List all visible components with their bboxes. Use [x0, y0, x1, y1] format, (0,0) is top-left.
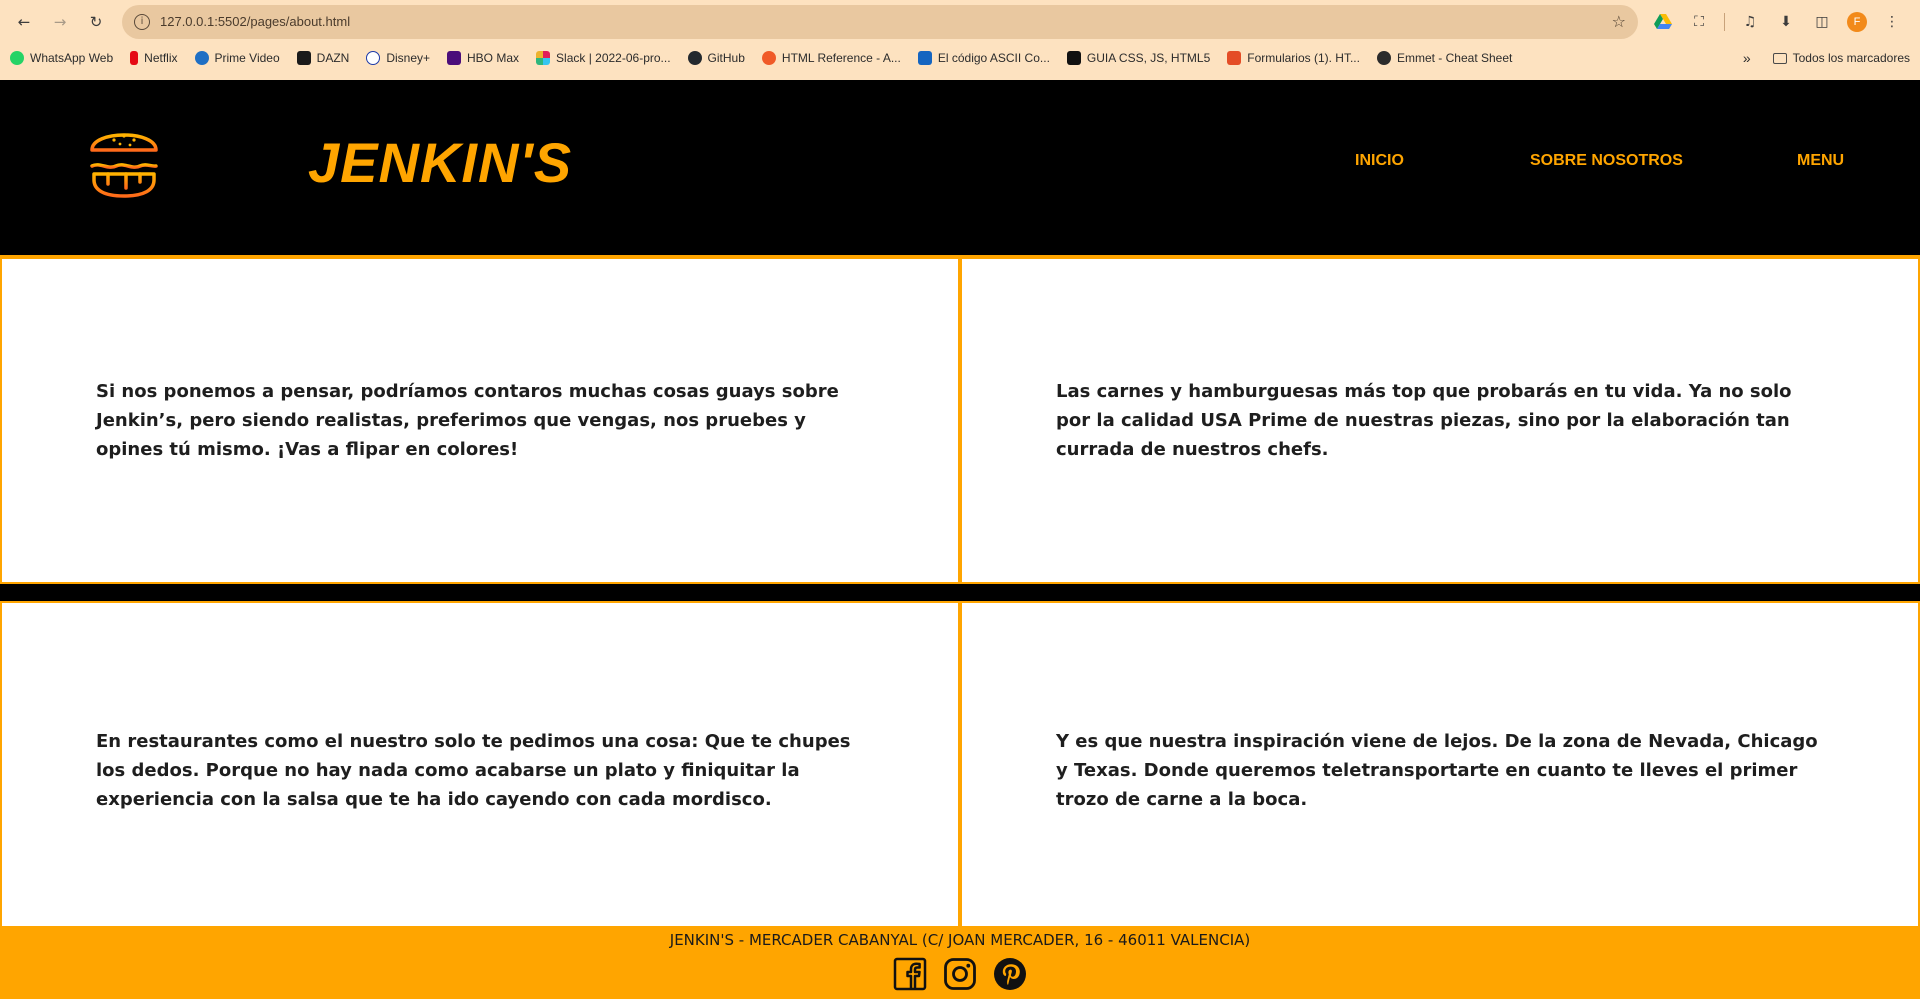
about-card-text: En restaurantes como el nuestro solo te …: [96, 730, 851, 810]
browser-toolbar: ← → ↻ i 127.0.0.1:5502/pages/about.html …: [0, 0, 1920, 43]
about-card-text: Las carnes y hamburguesas más top que pr…: [1056, 381, 1792, 460]
bookmark-item[interactable]: Prime Video: [194, 51, 280, 65]
about-card-text: Si nos ponemos a pensar, podríamos conta…: [96, 381, 839, 460]
address-bar[interactable]: i 127.0.0.1:5502/pages/about.html ☆: [122, 4, 1638, 39]
nav-link-inicio[interactable]: Inicio: [1355, 152, 1404, 170]
folder-icon: [1772, 52, 1787, 64]
burger-logo-icon[interactable]: [86, 120, 162, 200]
slack-icon: [536, 51, 551, 65]
facebook-icon[interactable]: [893, 957, 927, 991]
more-bookmarks-icon[interactable]: »: [1743, 50, 1751, 66]
bookmark-item[interactable]: Disney+: [366, 51, 430, 65]
about-card: Las carnes y hamburguesas más top que pr…: [960, 257, 1920, 584]
bookmark-item[interactable]: GitHub: [687, 51, 745, 65]
nav-link-sobre-nosotros[interactable]: Sobre nosotros: [1530, 152, 1683, 170]
pinterest-icon[interactable]: [993, 957, 1027, 991]
google-drive-icon[interactable]: [1652, 11, 1674, 33]
emmet-icon: [1376, 51, 1391, 65]
bookmark-item[interactable]: DAZN: [296, 51, 349, 65]
about-card: Y es que nuestra inspiración viene de le…: [960, 601, 1920, 937]
about-content: Si nos ponemos a pensar, podríamos conta…: [0, 257, 1920, 937]
side-panel-icon[interactable]: ◫: [1811, 11, 1833, 33]
back-icon[interactable]: ←: [10, 8, 38, 36]
bookmark-item[interactable]: WhatsApp Web: [10, 51, 113, 65]
instagram-icon[interactable]: [943, 957, 977, 991]
toolbar-separator: [1724, 12, 1725, 31]
profile-avatar[interactable]: F: [1847, 11, 1867, 32]
reload-icon[interactable]: ↻: [82, 8, 110, 36]
disney-icon: [366, 51, 381, 65]
netflix-icon: [130, 51, 139, 65]
whatsapp-icon: [10, 51, 24, 65]
bookmark-item[interactable]: Formularios (1). HT...: [1227, 51, 1360, 65]
bookmark-star-icon[interactable]: ☆: [1612, 12, 1626, 31]
bookmark-item[interactable]: HBO Max: [447, 51, 519, 65]
forward-icon[interactable]: →: [46, 8, 74, 36]
nav-link-menu[interactable]: Menu: [1797, 152, 1844, 170]
social-links: [0, 957, 1920, 991]
browser-chrome: ← → ↻ i 127.0.0.1:5502/pages/about.html …: [0, 0, 1920, 80]
site-info-icon[interactable]: i: [134, 13, 150, 30]
brand-title[interactable]: JENKIN'S: [308, 130, 572, 195]
bookmark-item[interactable]: GUIA CSS, JS, HTML5: [1066, 51, 1210, 65]
prime-video-icon: [194, 51, 209, 65]
all-bookmarks-link[interactable]: Todos los marcadores: [1793, 51, 1910, 65]
browser-menu-icon[interactable]: ⋮: [1881, 11, 1903, 33]
bookmark-item[interactable]: Slack | 2022-06-pro...: [536, 51, 671, 65]
footer-address: Jenkin's - Mercader Cabanyal (C/ Joan Me…: [669, 931, 1251, 949]
site-footer: Jenkin's - Mercader Cabanyal (C/ Joan Me…: [0, 926, 1920, 999]
dazn-icon: [296, 51, 311, 65]
bookmarks-bar: WhatsApp Web Netflix Prime Video DAZN Di…: [0, 43, 1920, 73]
url-text[interactable]: 127.0.0.1:5502/pages/about.html: [160, 14, 1612, 29]
download-icon[interactable]: ⬇: [1775, 11, 1797, 33]
about-card: Si nos ponemos a pensar, podríamos conta…: [0, 257, 960, 584]
media-control-icon[interactable]: ♫: [1739, 11, 1761, 33]
guia-css-icon: [1066, 51, 1081, 65]
bookmark-item[interactable]: HTML Reference - A...: [761, 51, 901, 65]
bookmark-item[interactable]: El código ASCII Co...: [917, 51, 1050, 65]
extensions-icon[interactable]: ⛶: [1688, 11, 1710, 33]
bookmark-item[interactable]: Netflix: [130, 51, 178, 65]
github-icon: [687, 51, 702, 65]
ascii-code-icon: [917, 51, 932, 65]
html-reference-icon: [761, 51, 776, 65]
html5-icon: [1227, 51, 1242, 65]
about-card-text: Y es que nuestra inspiración viene de le…: [1056, 730, 1818, 810]
site-header: JENKIN'S Inicio Sobre nosotros Menu: [0, 80, 1920, 257]
about-card: En restaurantes como el nuestro solo te …: [0, 601, 960, 937]
bookmark-item[interactable]: Emmet - Cheat Sheet: [1376, 51, 1512, 65]
hbo-max-icon: [447, 51, 462, 65]
